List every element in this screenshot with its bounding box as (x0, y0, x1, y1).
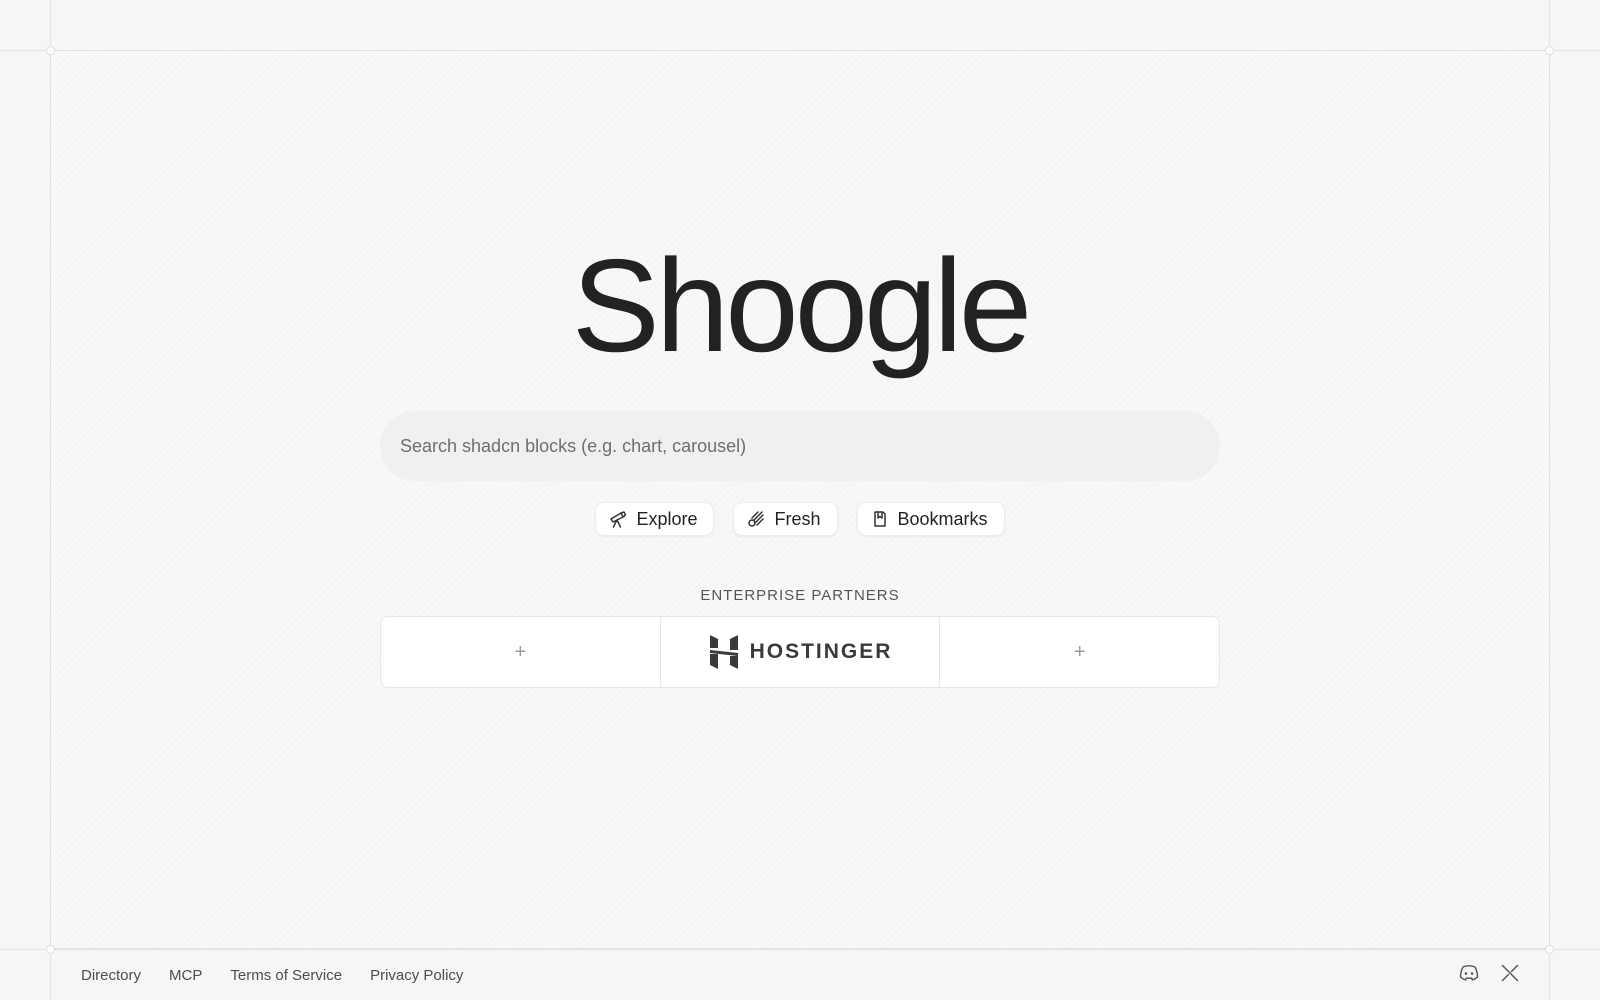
footer-link-mcp[interactable]: MCP (169, 967, 202, 984)
plus-icon: + (1073, 640, 1086, 663)
quick-links: Explore Fresh Bookmarks (0, 502, 1600, 536)
fresh-label: Fresh (774, 508, 821, 529)
partner-slot-hostinger[interactable]: HOSTINGER (661, 617, 941, 687)
main-panel (50, 50, 1550, 949)
explore-button[interactable]: Explore (595, 502, 715, 536)
footer-link-terms[interactable]: Terms of Service (230, 967, 342, 984)
fresh-button[interactable]: Fresh (733, 502, 838, 536)
partners-heading: ENTERPRISE PARTNERS (700, 587, 900, 604)
partner-slot-empty[interactable]: + (381, 617, 661, 687)
hostinger-wordmark: HOSTINGER (749, 640, 893, 663)
corner-dot (1545, 46, 1554, 55)
footer-link-directory[interactable]: Directory (81, 967, 141, 984)
partners-grid: + HOSTINGER + (380, 616, 1220, 688)
corner-dot (46, 46, 55, 55)
footer-link-privacy[interactable]: Privacy Policy (370, 967, 463, 984)
plus-icon: + (514, 640, 527, 663)
bookmark-icon (870, 509, 890, 529)
bookmarks-button[interactable]: Bookmarks (856, 502, 1005, 536)
bookmarks-label: Bookmarks (897, 508, 988, 529)
hostinger-mark-icon (709, 635, 738, 669)
explore-label: Explore (636, 508, 698, 529)
discord-icon[interactable] (1459, 964, 1479, 987)
comet-icon (746, 509, 766, 529)
site-logo: Shoogle (571, 232, 1032, 379)
hostinger-logo: HOSTINGER (708, 634, 893, 670)
social-links (1459, 964, 1519, 987)
x-icon[interactable] (1501, 964, 1519, 987)
footer: Directory MCP Terms of Service Privacy P… (51, 950, 1549, 1000)
search-input[interactable] (380, 411, 1220, 481)
telescope-icon (608, 509, 628, 529)
partner-slot-empty[interactable]: + (940, 617, 1219, 687)
